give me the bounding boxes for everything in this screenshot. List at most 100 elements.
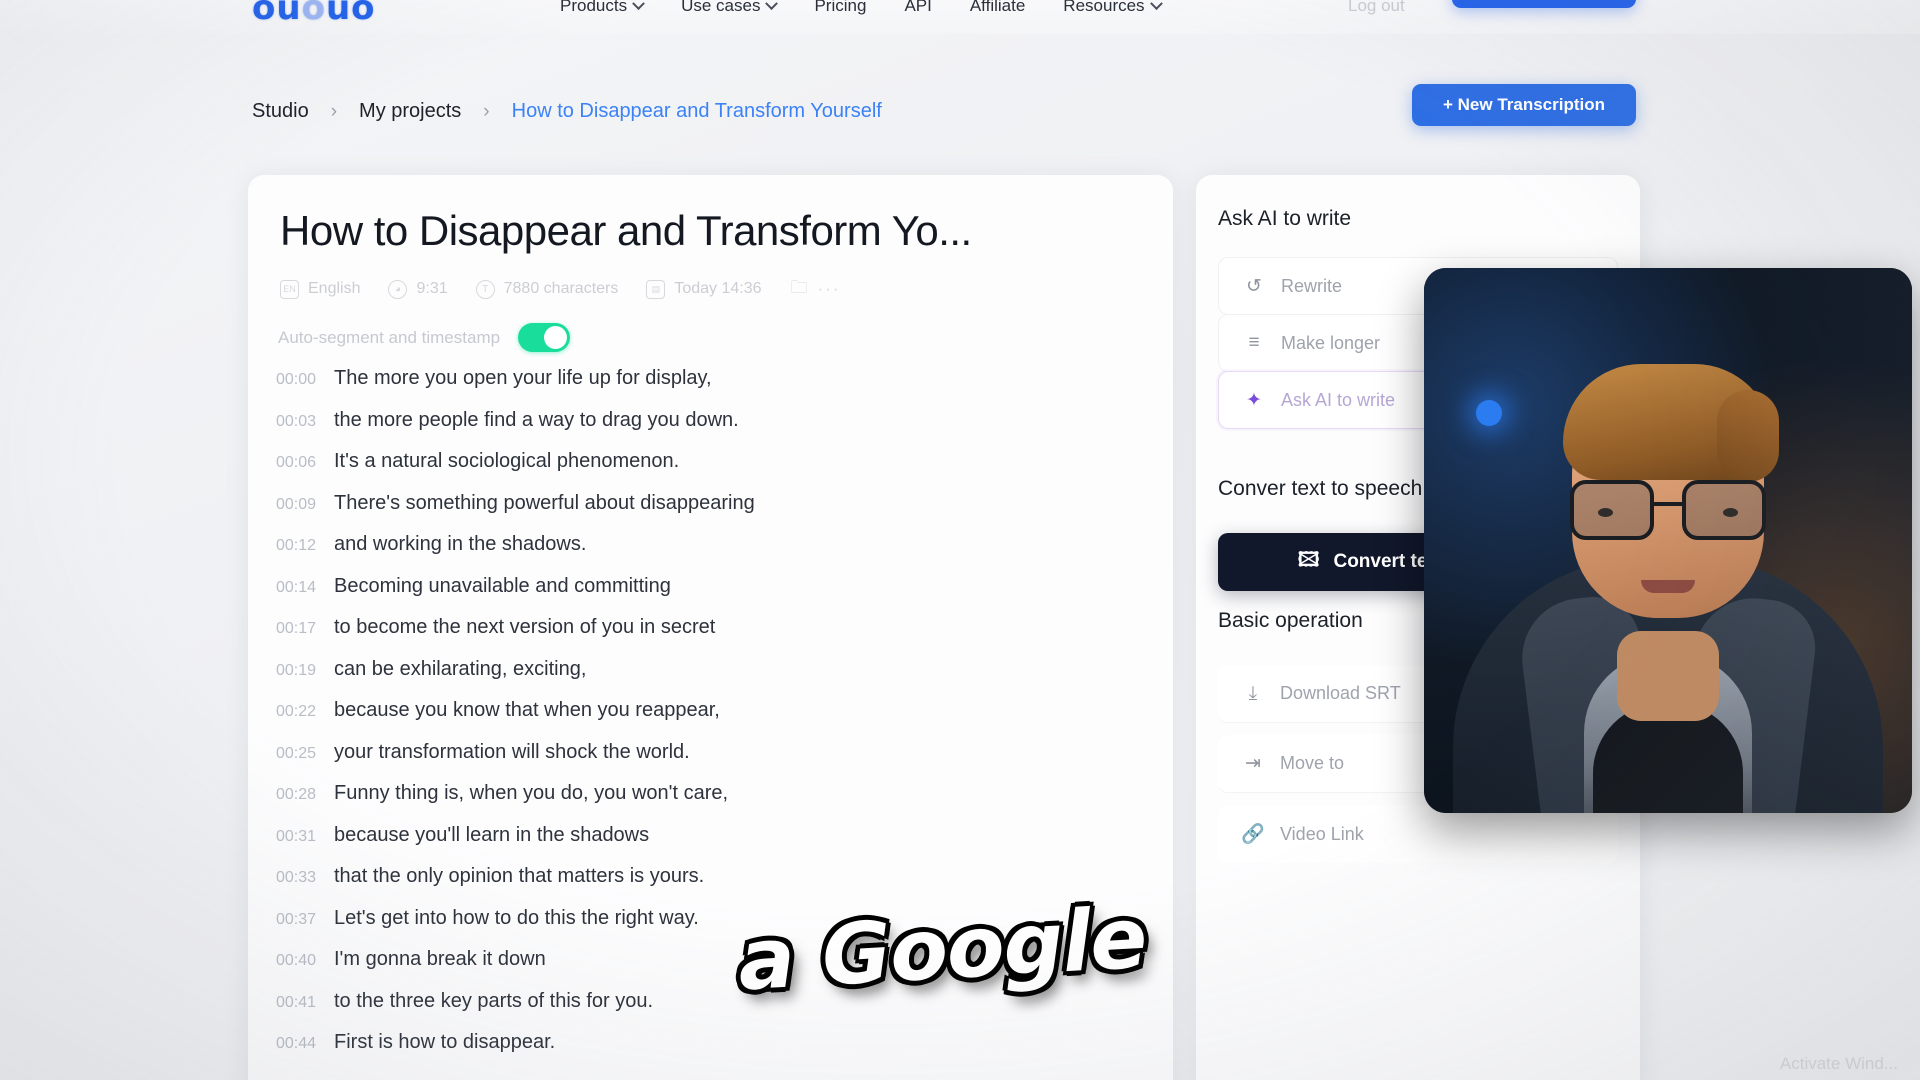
nav-links: Products Use cases Pricing API Affiliate…: [560, 0, 1163, 16]
transcript-row[interactable]: 00:25 your transformation will shock the …: [272, 741, 1152, 783]
move-to-label: Move to: [1280, 753, 1345, 773]
transcript-text[interactable]: There's something powerful about disappe…: [334, 492, 755, 515]
nav-item-api-label: API: [904, 0, 932, 15]
meta-date: ▤ Today 14:36: [646, 279, 762, 299]
rewrite-label: Rewrite: [1281, 275, 1343, 296]
transcript-timestamp: 00:41: [276, 993, 317, 1011]
transcript-timestamp: 00:22: [276, 703, 317, 720]
transcript-row[interactable]: 00:44 First is how to disappear.: [272, 1031, 1152, 1073]
brand-logo[interactable]: ououo: [252, 0, 376, 28]
transcript-timestamp: 00:06: [276, 454, 317, 471]
transcript-timestamp: 00:14: [276, 578, 317, 596]
link-icon: 🔗: [1241, 824, 1265, 845]
presenter-neck: [1617, 631, 1719, 721]
transcript-text[interactable]: First is how to disappear.: [334, 1031, 555, 1054]
brand-logo-mid: o: [301, 0, 326, 28]
chevron-down-icon: [632, 0, 645, 10]
transcript-row[interactable]: 00:06 It's a natural sociological phenome…: [272, 450, 1152, 492]
transcript-text[interactable]: to the three key parts of this for you.: [334, 990, 653, 1013]
transcript-text[interactable]: that the only opinion that matters is yo…: [334, 865, 704, 888]
new-transcription-button[interactable]: + New Transcription: [1412, 84, 1636, 126]
transcript-text[interactable]: because you'll learn in the shadows: [334, 824, 649, 847]
text-icon: T: [475, 279, 495, 299]
meta-date-value: Today 14:36: [674, 280, 762, 297]
nav-item-use-cases[interactable]: Use cases: [681, 0, 779, 16]
auto-segment-row: Auto-segment and timestamp: [278, 323, 571, 352]
transcript-timestamp: 00:09: [276, 495, 317, 513]
transcript-timestamp: 00:31: [276, 827, 317, 845]
transcript-row[interactable]: 00:22 because you know that when you reap…: [272, 699, 1152, 741]
nav-item-affiliate-label: Affiliate: [969, 0, 1026, 15]
studio-button[interactable]: Studio: [1452, 0, 1636, 8]
transcript-row[interactable]: 00:17 to become the next version of you i…: [272, 616, 1152, 658]
calendar-icon: ▤: [646, 279, 666, 299]
nav-item-products[interactable]: Products: [560, 0, 645, 16]
document-meta: EN English ◕ 9:31 T 7880 characters ▤ To…: [280, 278, 841, 299]
nav-item-pricing-label: Pricing: [814, 0, 867, 15]
breadcrumb-item-my-projects[interactable]: My projects: [359, 100, 461, 123]
presenter-glasses: [1570, 480, 1766, 540]
transcript-timestamp: 00:25: [276, 744, 317, 762]
transcript-text[interactable]: to become the next version of you in sec…: [334, 616, 715, 639]
meta-characters: T 7880 characters: [475, 279, 619, 299]
transcript-timestamp: 00:40: [276, 952, 317, 969]
transcript-timestamp: 00:37: [276, 910, 317, 928]
auto-segment-toggle[interactable]: [518, 323, 571, 352]
page-title: How to Disappear and Transform Yo...: [280, 207, 972, 254]
nav-item-resources[interactable]: Resources: [1063, 0, 1163, 16]
nav-item-products-label: Products: [560, 0, 628, 15]
transcript-row[interactable]: 00:28 Funny thing is, when you do, you wo…: [272, 782, 1152, 824]
transcript-timestamp: 00:12: [276, 537, 317, 554]
transcript-row[interactable]: 00:31 because you'll learn in the shadows: [272, 824, 1152, 866]
transcript-text[interactable]: I'm gonna break it down: [334, 948, 546, 971]
transcript-timestamp: 00:44: [276, 1035, 317, 1052]
transcript-text[interactable]: and working in the shadows.: [334, 533, 586, 556]
transcript-row[interactable]: 00:14 Becoming unavailable and committing: [272, 575, 1152, 617]
transcript-text[interactable]: Let's get into how to do this the right …: [334, 907, 699, 930]
breadcrumb-separator-icon: ›: [330, 100, 338, 122]
transcript-text[interactable]: the more people find a way to drag you d…: [334, 409, 739, 432]
basic-operation-section-title: Basic operation: [1218, 609, 1363, 632]
make-longer-label: Make longer: [1281, 332, 1381, 353]
video-link-button[interactable]: 🔗 Video Link: [1218, 805, 1618, 863]
ask-ai-to-write-label: Ask AI to write: [1281, 389, 1396, 410]
breadcrumb-item-studio[interactable]: Studio: [252, 100, 309, 123]
transcript-row[interactable]: 00:00 The more you open your life up for …: [272, 367, 1152, 409]
breadcrumb-row: Studio › My projects › How to Disappear …: [0, 84, 1920, 146]
download-srt-label: Download SRT: [1280, 683, 1401, 703]
transcript-text[interactable]: can be exhilarating, exciting,: [334, 658, 586, 681]
windows-activation-watermark: Activate Wind...: [1779, 1054, 1898, 1073]
download-icon: ⤓: [1248, 682, 1258, 704]
transcript-text[interactable]: your transformation will shock the world…: [334, 741, 690, 764]
transcript-row[interactable]: 00:19 can be exhilarating, exciting,: [272, 658, 1152, 700]
webcam-bokeh-light: [1476, 400, 1502, 426]
presenter-webcam-overlay: [1424, 268, 1912, 813]
transcript-text[interactable]: Funny thing is, when you do, you won't c…: [334, 782, 728, 805]
logout-link[interactable]: Log out: [1348, 0, 1405, 16]
meta-characters-value: 7880 characters: [503, 280, 619, 297]
magic-wand-icon: ✦: [1246, 389, 1262, 411]
transcript-text[interactable]: It's a natural sociological phenomenon.: [334, 450, 679, 473]
transcript-row[interactable]: 00:41 to the three key parts of this for …: [272, 990, 1152, 1032]
meta-folder-value: ···: [817, 279, 841, 298]
nav-item-api[interactable]: API: [904, 0, 931, 16]
meta-language: EN English: [280, 279, 360, 299]
transcript-text[interactable]: Becoming unavailable and committing: [334, 575, 671, 598]
presenter-hair: [1563, 364, 1779, 482]
transcript-text[interactable]: The more you open your life up for displ…: [334, 367, 712, 390]
chevron-down-icon: [1149, 0, 1163, 10]
breadcrumb-item-current[interactable]: How to Disappear and Transform Yourself: [512, 100, 882, 123]
nav-item-affiliate[interactable]: Affiliate: [970, 0, 1025, 16]
transcript-row[interactable]: 00:09 There's something powerful about di…: [272, 492, 1152, 534]
chevron-down-icon: [765, 0, 779, 10]
transcript-timestamp: 00:28: [276, 786, 317, 803]
meta-folder[interactable]: 🗀 ···: [790, 278, 841, 299]
nav-item-pricing[interactable]: Pricing: [814, 0, 866, 16]
language-icon: EN: [280, 279, 299, 299]
lines-icon: ≡: [1248, 332, 1260, 353]
move-to-icon: ⇥: [1245, 753, 1261, 774]
transcript-text[interactable]: because you know that when you reappear,: [334, 699, 720, 722]
transcript-row[interactable]: 00:03 the more people find a way to drag …: [272, 409, 1152, 451]
clock-icon: ◕: [388, 279, 408, 299]
transcript-row[interactable]: 00:12 and working in the shadows.: [272, 533, 1152, 575]
